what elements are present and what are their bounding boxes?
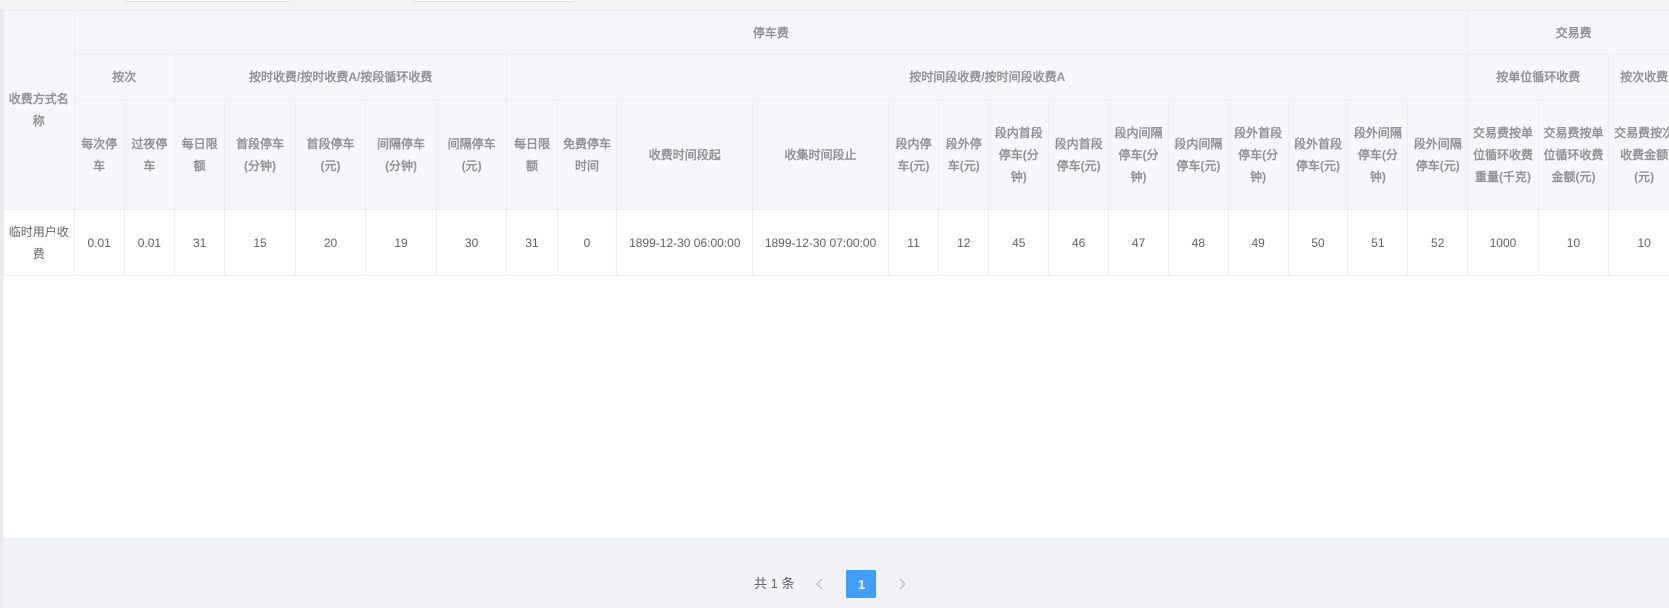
- header-group-parking: 停车费: [73, 10, 1469, 55]
- table-cell: 0.01: [73, 209, 125, 276]
- column-header: 段内首段停车(元): [1048, 99, 1110, 210]
- table-cell: 31: [506, 209, 558, 276]
- table-cell: 48: [1167, 209, 1229, 276]
- table-cell: 46: [1048, 209, 1110, 276]
- table-cell: 11: [887, 209, 940, 276]
- column-header: 段外间隔停车(元): [1407, 99, 1469, 210]
- table-panel: 收费方式名称 停车费 交易费 按次 按时收费/按时收费A/按段循环收费 按时间段…: [3, 10, 1669, 538]
- header-sub-per-time-trade: 按次收费: [1608, 54, 1669, 100]
- column-header: 段外首段停车(元): [1287, 99, 1349, 210]
- column-header: 交易费按单位循环收费金额(元): [1537, 99, 1610, 210]
- column-header: 交易费按次收费金额(元): [1608, 99, 1669, 210]
- column-header: 首段停车(分钟): [224, 99, 296, 210]
- header-row-subgroups: 按次 按时收费/按时收费A/按段循环收费 按时间段收费/按时间段收费A 按单位循…: [4, 54, 1669, 100]
- table-cell: 20: [294, 209, 367, 276]
- fee-table: 收费方式名称 停车费 交易费 按次 按时收费/按时收费A/按段循环收费 按时间段…: [3, 10, 1669, 276]
- column-header: 段外首段停车(分钟): [1227, 99, 1289, 210]
- table-cell: 0: [556, 209, 618, 276]
- column-header: 段外间隔停车(分钟): [1347, 99, 1409, 210]
- table-cell: 52: [1407, 209, 1469, 276]
- table-cell: 31: [173, 209, 226, 276]
- column-header: 收费时间段起: [616, 99, 754, 210]
- header-sub-period: 按时间段收费/按时间段收费A: [506, 54, 1469, 100]
- header-name: 收费方式名称: [3, 10, 75, 210]
- table-cell: 10: [1537, 209, 1610, 276]
- chevron-left-icon[interactable]: [806, 570, 834, 598]
- table-cell: 0.01: [123, 209, 176, 276]
- footer: 共 1 条 1: [0, 538, 1669, 608]
- column-header: 交易费按单位循环收费重量(千克): [1467, 99, 1539, 210]
- header-sub-per-time: 按次: [73, 54, 176, 100]
- table-cell: 15: [224, 209, 296, 276]
- table-cell: 10: [1608, 209, 1669, 276]
- header-group-trade: 交易费: [1467, 10, 1669, 55]
- column-header: 收集时间段止: [752, 99, 889, 210]
- filter-input[interactable]: [412, 0, 577, 2]
- column-header: 每日限额: [506, 99, 558, 210]
- header-sub-unit-cycle: 按单位循环收费: [1467, 54, 1610, 100]
- header-sub-hourly: 按时收费/按时收费A/按段循环收费: [173, 54, 508, 100]
- column-header: 间隔停车(分钟): [365, 99, 437, 210]
- column-header: 段外停车(元): [938, 99, 990, 210]
- column-header: 间隔停车(元): [435, 99, 508, 210]
- column-header: 段内间隔停车(分钟): [1108, 99, 1169, 210]
- table-cell: 19: [365, 209, 437, 276]
- header-row-columns: 每次停车 过夜停车 每日限额 首段停车(分钟) 首段停车(元) 间隔停车(分钟)…: [4, 99, 1669, 210]
- column-header: 段内间隔停车(元): [1167, 99, 1229, 210]
- table-cell: 45: [988, 209, 1050, 276]
- table-cell: 49: [1227, 209, 1289, 276]
- cell-fee-name: 临时用户收费: [3, 209, 75, 276]
- chevron-right-icon[interactable]: [888, 570, 916, 598]
- table-cell: 1899-12-30 07:00:00: [752, 209, 889, 276]
- table-row[interactable]: 临时用户收费 0.01 0.01 31 15 20 19 30 31 0 189…: [3, 209, 1669, 276]
- table-cell: 47: [1108, 209, 1169, 276]
- pagination-total: 共 1 条: [754, 576, 795, 591]
- table-cell: 51: [1347, 209, 1409, 276]
- filter-bar: [0, 0, 1669, 10]
- table-cell: 30: [435, 209, 508, 276]
- table-cell: 1899-12-30 06:00:00: [616, 209, 754, 276]
- header-row-groups: 收费方式名称 停车费 交易费: [3, 10, 1669, 210]
- column-header: 段内首段停车(分钟): [988, 99, 1050, 210]
- column-header: 每次停车: [73, 99, 125, 210]
- table-cell: 12: [938, 209, 990, 276]
- column-header: 免费停车时间: [556, 99, 618, 210]
- pagination: 共 1 条 1: [754, 570, 928, 598]
- page-button-current[interactable]: 1: [846, 570, 877, 598]
- table-cell: 50: [1287, 209, 1349, 276]
- column-header: 段内停车(元): [887, 99, 940, 210]
- table-cell: 1000: [1467, 209, 1539, 276]
- column-header: 首段停车(元): [294, 99, 367, 210]
- column-header: 每日限额: [173, 99, 226, 210]
- filter-input[interactable]: [125, 0, 290, 2]
- column-header: 过夜停车: [123, 99, 176, 210]
